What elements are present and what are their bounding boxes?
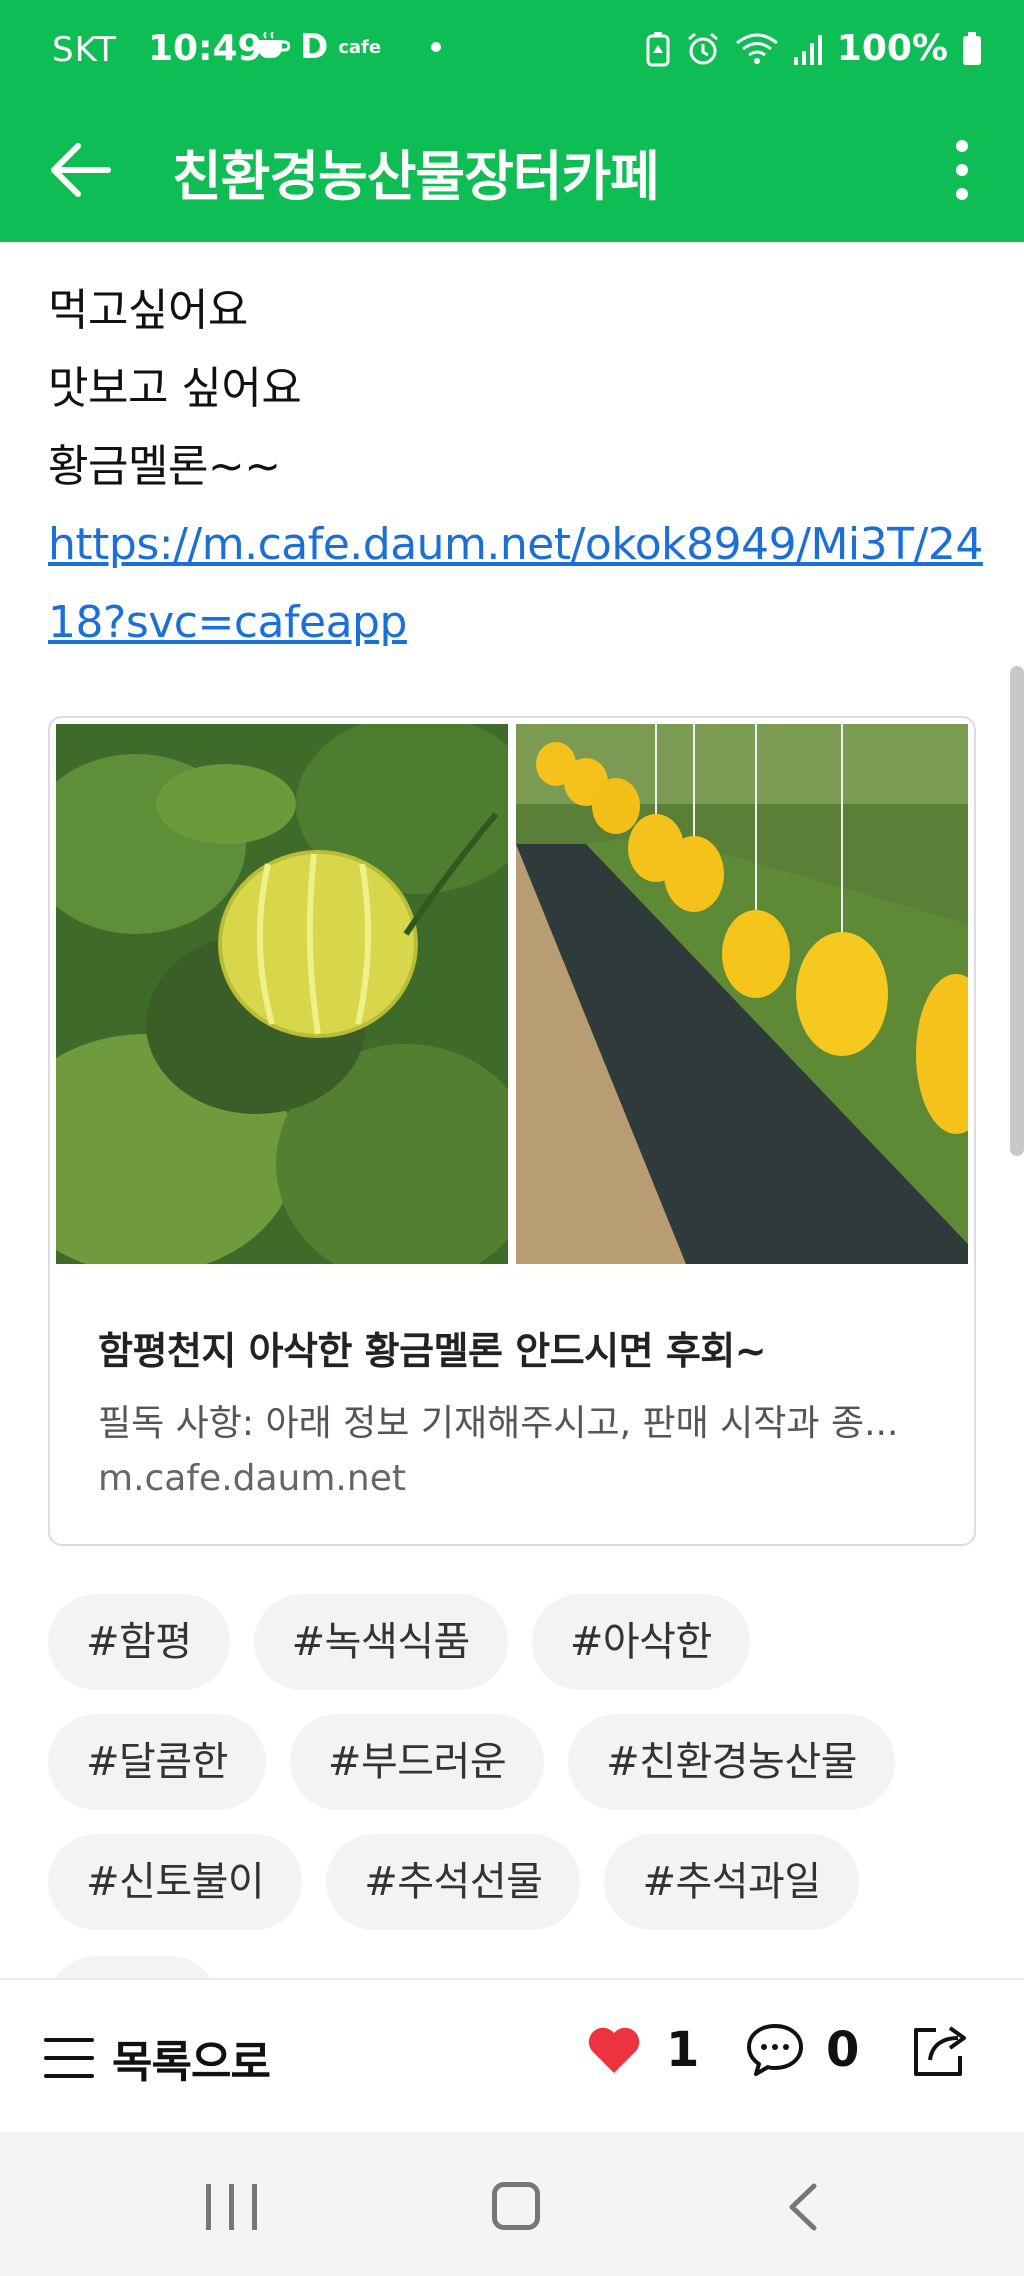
- post-action-bar: 목록으로 1 0: [0, 1978, 1024, 2132]
- tag-list: #함평 #녹색식품 #아삭한 #달콤한 #부드러운 #친환경농산물 #신토불이 …: [48, 1594, 988, 1930]
- notification-icons: D cafe: [256, 27, 442, 67]
- scrollbar[interactable]: [1010, 666, 1024, 1156]
- carrier-label: SKT: [52, 30, 118, 70]
- tag-chip[interactable]: #달콤한: [48, 1714, 266, 1810]
- back-arrow-icon[interactable]: [44, 134, 116, 206]
- comment-icon: [747, 2024, 803, 2076]
- melon-vine-photo: [56, 724, 508, 1264]
- more-notifications-dot-icon: [431, 42, 442, 52]
- comment-button[interactable]: 0: [746, 2022, 859, 2078]
- tag-chip[interactable]: #추석과일: [604, 1834, 859, 1930]
- tag-chip[interactable]: #부드러운: [289, 1714, 545, 1810]
- heart-icon: [588, 2027, 640, 2073]
- clock: 10:49: [148, 28, 263, 69]
- tag-chip[interactable]: #친환경농산물: [568, 1714, 895, 1810]
- app-bar: 친환경농산물장터카페: [0, 100, 1024, 242]
- link-preview-card[interactable]: 함평천지 아삭한 황금멜론 안드시면 후회~ 필독 사항: 아래 정보 기재해주…: [48, 716, 976, 1546]
- daum-d-icon: D: [300, 27, 329, 67]
- system-nav-bar: [0, 2132, 1024, 2276]
- battery-percent: 100%: [836, 28, 948, 69]
- status-bar: SKT 10:49 D cafe 100%: [0, 0, 1024, 100]
- back-to-list-label: 목록으로: [112, 2037, 271, 2088]
- coffee-cup-icon: [258, 32, 290, 58]
- home-icon[interactable]: [492, 2182, 540, 2230]
- melon-field-photo: [516, 724, 968, 1264]
- system-icons: 100%: [645, 28, 982, 69]
- post-link[interactable]: https://m.cafe.daum.net/okok8949/Mi3T/24…: [48, 519, 983, 648]
- more-vert-icon[interactable]: [942, 134, 982, 206]
- post-line: 황금멜론~~: [48, 441, 281, 492]
- post-line: 먹고싶어요: [48, 285, 248, 336]
- back-to-list-button[interactable]: 목록으로: [44, 2026, 271, 2090]
- post-line: 맛보고 싶어요: [48, 363, 302, 414]
- comment-count: 0: [826, 2022, 860, 2078]
- battery-icon: [963, 31, 981, 65]
- signal-icon: [793, 34, 822, 65]
- tag-chip[interactable]: #신토불이: [48, 1834, 303, 1930]
- like-button[interactable]: 1: [586, 2022, 699, 2078]
- share-icon[interactable]: [910, 2020, 972, 2080]
- tag-chip[interactable]: #함평: [48, 1594, 230, 1690]
- tag-chip[interactable]: #녹색식품: [253, 1594, 508, 1690]
- card-image: [56, 724, 968, 1264]
- system-back-icon[interactable]: [786, 2182, 820, 2232]
- menu-list-icon: [44, 2038, 94, 2078]
- wifi-icon: [735, 33, 778, 64]
- cafe-title: 친환경농산물장터카페: [172, 145, 660, 208]
- alarm-icon: [687, 32, 718, 64]
- tag-chip[interactable]: #추석선물: [326, 1834, 581, 1930]
- card-domain: m.cafe.daum.net: [98, 1458, 406, 1499]
- cafe-label: cafe: [338, 36, 382, 58]
- tag-chip[interactable]: #아삭한: [531, 1594, 750, 1690]
- like-count: 1: [666, 2022, 700, 2078]
- post-body: 먹고싶어요 맛보고 싶어요 황금멜론~~ https://m.cafe.daum…: [48, 272, 988, 662]
- card-description: 필독 사항: 아래 정보 기재해주시고, 판매 시작과 종...: [98, 1403, 899, 1444]
- recent-apps-icon[interactable]: [206, 2184, 257, 2230]
- battery-saver-icon: [646, 31, 670, 66]
- card-title: 함평천지 아삭한 황금멜론 안드시면 후회~: [98, 1329, 767, 1373]
